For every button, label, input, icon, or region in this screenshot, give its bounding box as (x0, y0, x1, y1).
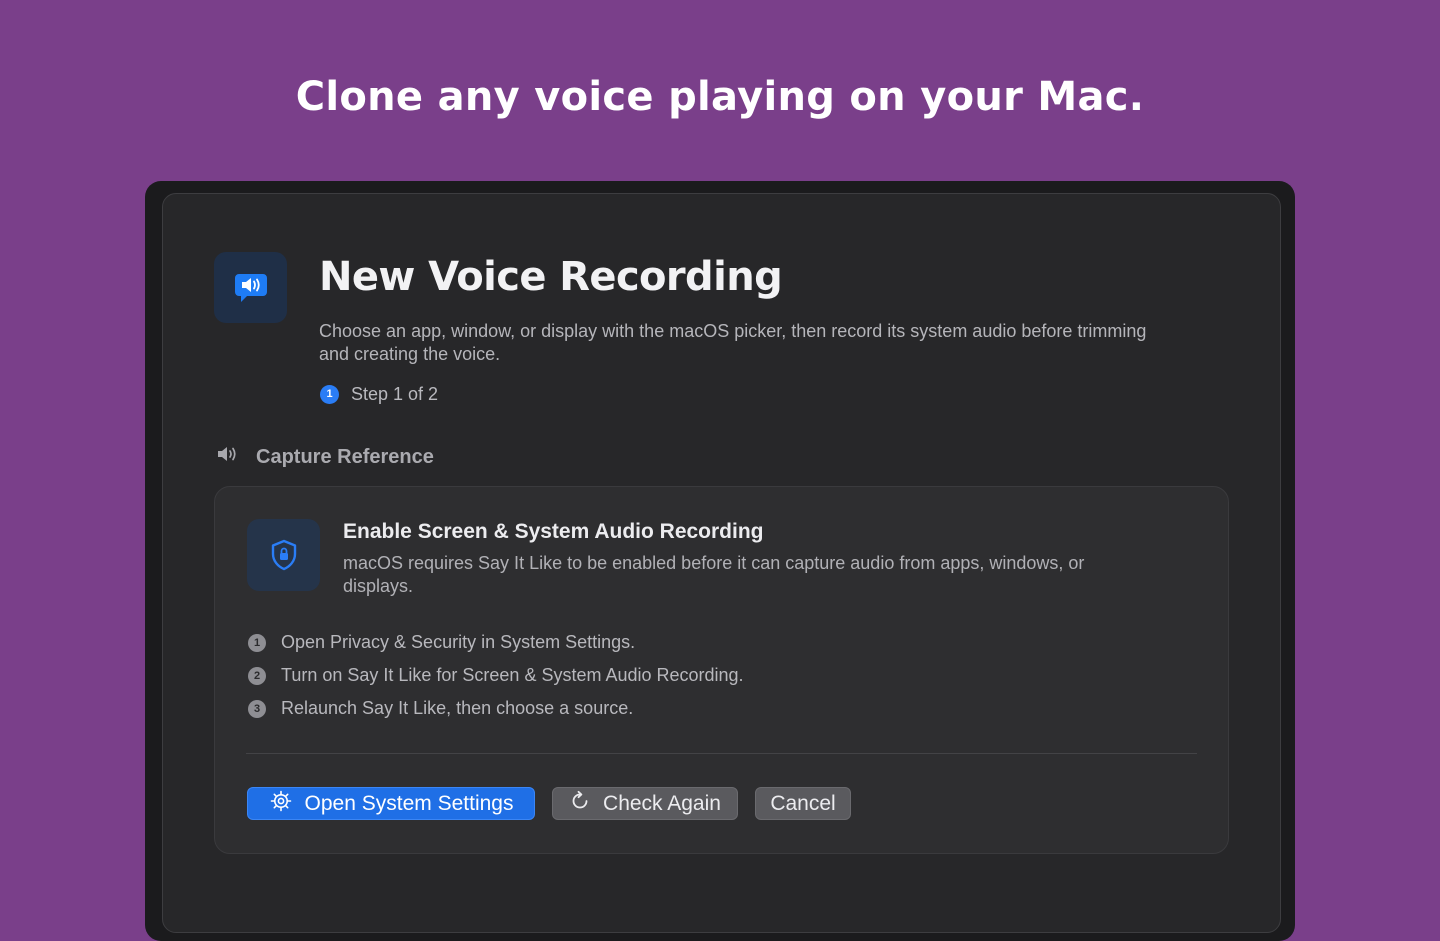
divider (246, 753, 1197, 754)
open-system-settings-button[interactable]: Open System Settings (247, 787, 535, 820)
check-again-label: Check Again (603, 791, 721, 815)
instruction-item: 1 Open Privacy & Security in System Sett… (248, 630, 744, 655)
instruction-number-badge: 1 (248, 633, 266, 652)
instruction-list: 1 Open Privacy & Security in System Sett… (248, 630, 744, 729)
headline: Clone any voice playing on your Mac. (295, 74, 1145, 120)
dialog-subtitle: Choose an app, window, or display with t… (319, 321, 1147, 364)
instruction-text: Relaunch Say It Like, then choose a sour… (281, 698, 634, 718)
instruction-text: Turn on Say It Like for Screen & System … (281, 665, 744, 685)
step-indicator: 1 Step 1 of 2 (320, 383, 438, 405)
step-number-badge: 1 (320, 384, 339, 404)
section-title: Capture Reference (256, 445, 434, 468)
card-title: Enable Screen & System Audio Recording (343, 520, 764, 543)
instruction-item: 3 Relaunch Say It Like, then choose a so… (248, 696, 744, 721)
instruction-number-badge: 2 (248, 666, 266, 685)
instruction-item: 2 Turn on Say It Like for Screen & Syste… (248, 663, 744, 688)
refresh-icon (569, 790, 591, 818)
speaker-icon (216, 444, 242, 470)
check-again-button[interactable]: Check Again (552, 787, 738, 820)
cancel-label: Cancel (770, 791, 836, 815)
open-system-settings-label: Open System Settings (304, 791, 514, 815)
section-header: Capture Reference (216, 445, 434, 469)
gear-icon (269, 789, 293, 819)
card-description: macOS requires Say It Like to be enabled… (343, 553, 1085, 596)
instruction-number-badge: 3 (248, 699, 266, 718)
cancel-button[interactable]: Cancel (755, 787, 851, 820)
dialog-title: New Voice Recording (319, 254, 783, 300)
instruction-text: Open Privacy & Security in System Settin… (281, 632, 636, 652)
step-label: Step 1 of 2 (351, 383, 439, 404)
speech-bubble-speaker-icon (214, 252, 287, 323)
lock-shield-icon (247, 519, 320, 591)
